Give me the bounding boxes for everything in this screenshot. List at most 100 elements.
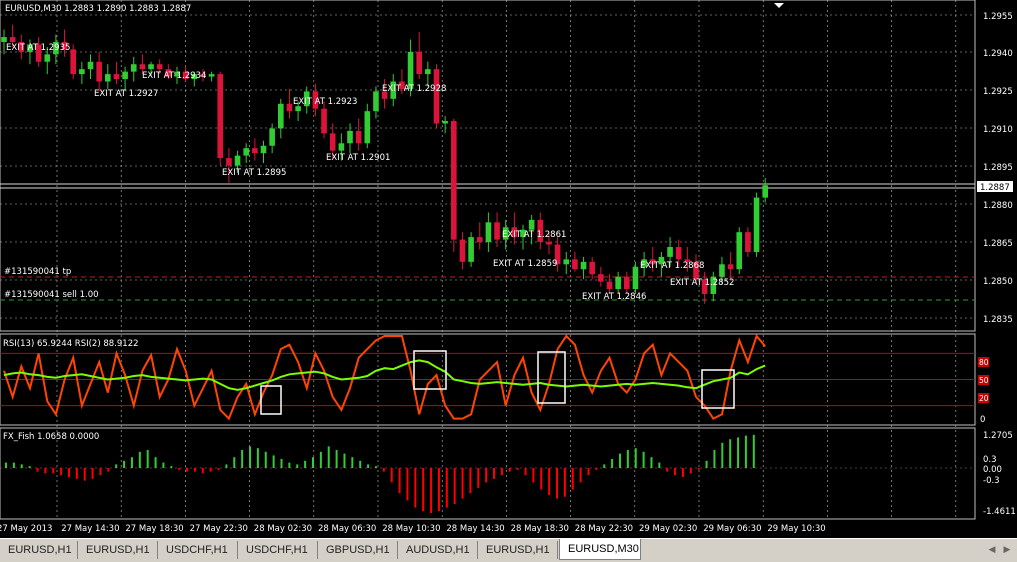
- chart-tab[interactable]: GBPUSD,H1: [318, 541, 398, 559]
- candle-body: [1, 37, 7, 42]
- exit-label: EXIT AT 1.2928: [382, 84, 446, 94]
- candle-body: [217, 74, 224, 159]
- candle-body: [736, 232, 743, 270]
- time-tick: 28 May 18:30: [511, 524, 569, 534]
- exit-label: EXIT AT 1.2859: [493, 259, 557, 269]
- candle-body: [278, 103, 284, 129]
- candle-body: [347, 130, 353, 144]
- chart-tab[interactable]: EURUSD,H1: [78, 541, 158, 559]
- price-tick: 1.2940: [983, 49, 1013, 59]
- time-tick: 28 May 22:30: [575, 524, 633, 534]
- chart-tab-active[interactable]: EURUSD,M30: [559, 539, 641, 560]
- exit-label: EXIT AT 1.2934: [142, 71, 206, 81]
- candle-body: [425, 69, 431, 75]
- fish-tick: 1.2705: [983, 431, 1013, 441]
- candle-body: [226, 158, 232, 166]
- candle-body: [286, 103, 293, 112]
- candle-body: [113, 74, 120, 80]
- exit-label: EXIT AT 1.2927: [94, 89, 158, 99]
- fish-tick: 0.3: [983, 455, 997, 465]
- candle-body: [105, 74, 111, 82]
- candle-body: [476, 237, 483, 243]
- candle-body: [459, 239, 466, 262]
- rsi-level-0: 0: [980, 415, 985, 425]
- chart-tab-bar: EURUSD,H1 EURUSD,H1 USDCHF,H1 USDCHF,H1 …: [0, 538, 1017, 562]
- candle-body: [208, 74, 215, 77]
- candle-body: [79, 69, 85, 75]
- candle-body: [139, 64, 146, 70]
- exit-label: EXIT AT 1.2852: [670, 278, 734, 288]
- rsi13-line: [3, 359, 766, 391]
- exit-label: EXIT AT 1.2868: [640, 261, 704, 271]
- candle-body: [329, 133, 336, 151]
- candle-body: [451, 121, 457, 240]
- candle-body: [252, 148, 258, 154]
- time-tick: 27 May 14:30: [61, 524, 119, 534]
- candle-body: [260, 145, 267, 154]
- order-sell-label: #131590041 sell 1.00: [4, 290, 99, 300]
- candle-body: [598, 274, 604, 282]
- time-tick: 28 May 10:30: [382, 524, 440, 534]
- price-tick: 1.2955: [983, 12, 1013, 22]
- candle-body: [44, 54, 51, 62]
- rsi-level-80: 80: [979, 358, 989, 367]
- time-tick: 29 May 06:30: [703, 524, 761, 534]
- candle-body: [234, 155, 241, 166]
- time-tick: 28 May 02:30: [254, 524, 312, 534]
- price-tick: 1.2880: [983, 201, 1013, 211]
- candle-body: [416, 51, 422, 75]
- chart-header: EURUSD,M30 1.2883 1.2890 1.2883 1.2887: [5, 4, 191, 14]
- time-tick: 29 May 10:30: [767, 524, 825, 534]
- candle-body: [667, 247, 673, 257]
- time-axis: 27 May 2013 27 May 14:30 27 May 18:30 27 Ma…: [0, 524, 826, 534]
- price-tick: 1.2835: [983, 315, 1013, 325]
- scroll-left-icon[interactable]: ◀: [985, 543, 999, 557]
- candle-body: [442, 121, 448, 124]
- candle-body: [494, 222, 500, 240]
- price-tick: 1.2850: [983, 277, 1013, 287]
- candle-body: [745, 232, 751, 252]
- candle-body: [433, 69, 440, 124]
- candle-body: [485, 222, 492, 243]
- candle-body: [624, 276, 630, 290]
- scroll-right-icon[interactable]: ▶: [1000, 543, 1014, 557]
- chart-tab[interactable]: EURUSD,H1: [0, 541, 78, 559]
- rsi-level-20: 20: [979, 394, 989, 403]
- candle-body: [96, 61, 102, 82]
- time-tick: 28 May 14:30: [446, 524, 504, 534]
- chart-tab[interactable]: AUDUSD,H1: [398, 541, 478, 559]
- mt4-terminal: EXIT AT 1.2935 EXIT AT 1.2927 EXIT AT 1.29…: [0, 0, 1017, 562]
- exit-label: EXIT AT 1.2935: [6, 43, 70, 53]
- rsi-layer: [0, 333, 975, 421]
- price-tick: 1.2895: [983, 163, 1013, 173]
- candle-body: [321, 108, 327, 134]
- exit-label: EXIT AT 1.2846: [582, 292, 646, 302]
- current-price-label: 1.2887: [980, 183, 1010, 193]
- rsi-header: RSI(13) 65.9244 RSI(2) 88.9122: [3, 339, 139, 349]
- candle-body: [269, 128, 275, 146]
- candle-body: [589, 261, 595, 275]
- order-tp-label: #131590041 tp: [4, 267, 71, 277]
- time-tick: 27 May 18:30: [125, 524, 183, 534]
- chart-shift-marker-icon[interactable]: [774, 3, 784, 8]
- candle-body: [546, 242, 552, 245]
- exit-label: EXIT AT 1.2901: [326, 153, 390, 163]
- chart-tab[interactable]: EURUSD,H1: [478, 541, 558, 559]
- candle-body: [364, 111, 371, 144]
- candle-body: [243, 148, 249, 156]
- candle-body: [70, 49, 76, 75]
- candle-body: [338, 143, 345, 151]
- candle-body: [580, 261, 587, 270]
- chart-window[interactable]: EXIT AT 1.2935 EXIT AT 1.2927 EXIT AT 1.29…: [0, 0, 1017, 538]
- price-tick: 1.2865: [983, 239, 1013, 249]
- time-tick: 29 May 02:30: [639, 524, 697, 534]
- candle-body: [675, 247, 682, 260]
- chart-tab[interactable]: USDCHF,H1: [158, 541, 238, 559]
- fish-layer: [0, 434, 975, 513]
- exit-label: EXIT AT 1.2923: [293, 97, 357, 107]
- candle-body: [563, 259, 570, 265]
- fish-tick: -0.3: [983, 476, 1000, 486]
- candle-body: [753, 197, 760, 252]
- time-tick: 27 May 22:30: [190, 524, 248, 534]
- chart-tab[interactable]: USDCHF,H1: [238, 541, 318, 559]
